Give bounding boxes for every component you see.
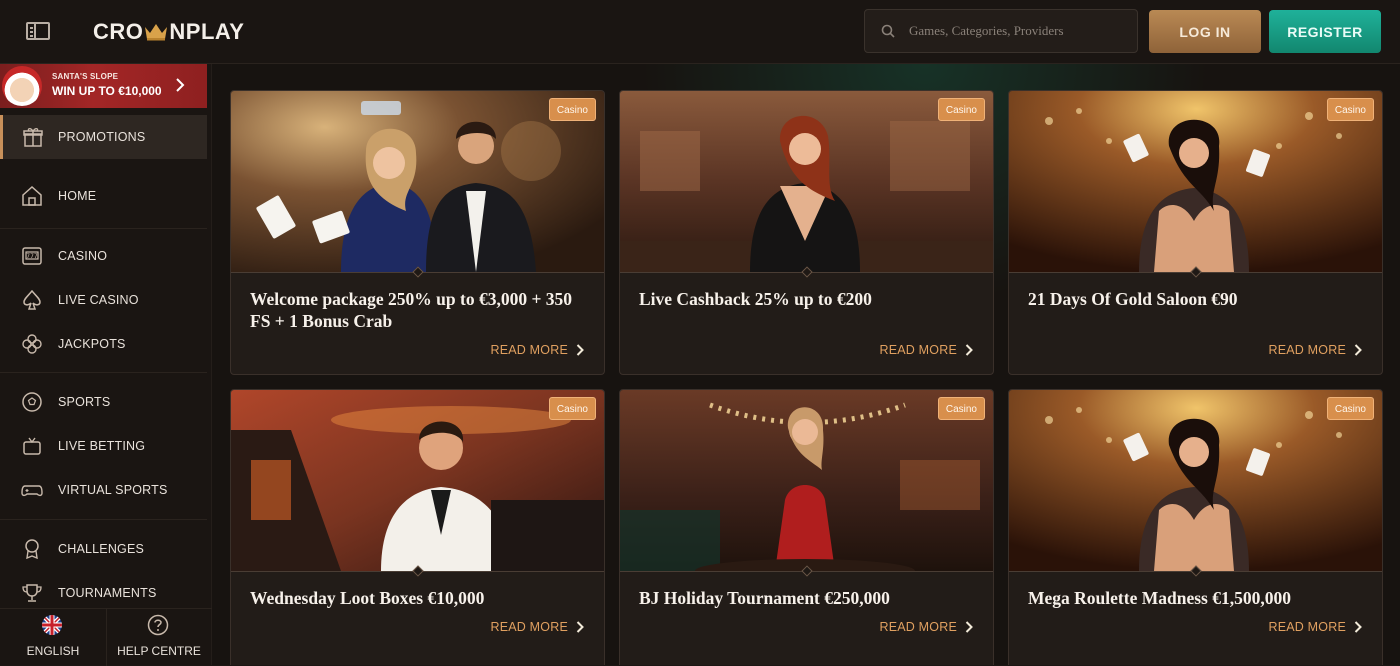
- sidebar-item-casino[interactable]: 777 CASINO: [0, 236, 207, 276]
- read-more-link[interactable]: READ MORE: [490, 620, 584, 634]
- sidebar-item-tournaments[interactable]: TOURNAMENTS: [0, 573, 207, 613]
- category-badge: Casino: [548, 397, 596, 420]
- promo-title: 21 Days Of Gold Saloon €90: [1028, 289, 1238, 309]
- category-badge: Casino: [548, 98, 596, 121]
- sidebar-item-label: CASINO: [58, 249, 108, 263]
- medal-icon: [21, 538, 43, 560]
- sidebar-toggle-icon[interactable]: [26, 22, 50, 40]
- sidebar-item-virtual-sports[interactable]: VIRTUAL SPORTS: [0, 470, 207, 510]
- logo-text-left: CRO: [93, 19, 144, 44]
- sidebar-item-label: PROMOTIONS: [58, 130, 146, 144]
- read-more-link[interactable]: READ MORE: [490, 343, 584, 357]
- sidebar-item-challenges[interactable]: CHALLENGES: [0, 529, 207, 569]
- read-more-link[interactable]: READ MORE: [879, 620, 973, 634]
- chevron-right-icon: [1354, 344, 1362, 356]
- help-icon: [147, 614, 169, 636]
- chevron-right-icon: [965, 344, 973, 356]
- sidebar-item-jackpots[interactable]: JACKPOTS: [0, 324, 207, 364]
- promo-title: Live Cashback 25% up to €200: [639, 289, 872, 309]
- read-more-link[interactable]: READ MORE: [1268, 343, 1362, 357]
- promo-title: Welcome package 250% up to €3,000 + 350 …: [250, 289, 573, 331]
- promo-card[interactable]: Casino Welcome package 250% up to €3,000…: [230, 90, 605, 375]
- promo-card[interactable]: Casino 21 Days Of Gold Saloon €90 READ M…: [1008, 90, 1383, 375]
- search-input[interactable]: [909, 23, 1119, 39]
- sidebar-item-label: LIVE CASINO: [58, 293, 139, 307]
- chevron-right-icon: [176, 78, 185, 92]
- category-badge: Casino: [937, 397, 985, 420]
- sidebar-item-label: HOME: [58, 189, 97, 203]
- sidebar-item-live-casino[interactable]: LIVE CASINO: [0, 280, 207, 320]
- sidebar-item-label: TOURNAMENTS: [58, 586, 157, 600]
- promo-title: Wednesday Loot Boxes €10,000: [250, 588, 485, 608]
- gamepad-icon: [21, 479, 43, 501]
- sidebar-item-label: LIVE BETTING: [58, 439, 146, 453]
- sidebar-item-label: VIRTUAL SPORTS: [58, 483, 168, 497]
- language-selector[interactable]: ENGLISH: [0, 609, 106, 666]
- sidebar-item-sports[interactable]: SPORTS: [0, 382, 207, 422]
- sidebar-item-promotions[interactable]: PROMOTIONS: [0, 115, 207, 159]
- banner-title: WIN UP TO €10,000: [52, 84, 162, 98]
- read-more-link[interactable]: READ MORE: [879, 343, 973, 357]
- login-button[interactable]: LOG IN: [1149, 10, 1261, 53]
- soccer-ball-icon: [21, 391, 43, 413]
- read-more-label: READ MORE: [1268, 620, 1346, 634]
- sidebar: SANTA'S SLOPE WIN UP TO €10,000 PROMOTIO…: [0, 64, 212, 666]
- category-badge: Casino: [1326, 98, 1374, 121]
- promo-card[interactable]: Casino BJ Holiday Tournament €250,000 RE…: [619, 389, 994, 665]
- read-more-label: READ MORE: [1268, 343, 1346, 357]
- clover-icon: [21, 333, 43, 355]
- promo-card[interactable]: Casino Wednesday Loot Boxes €10,000 READ…: [230, 389, 605, 665]
- uk-flag-icon: [42, 615, 62, 635]
- search-icon: [881, 24, 895, 38]
- read-more-label: READ MORE: [490, 620, 568, 634]
- chevron-right-icon: [576, 621, 584, 633]
- promo-card[interactable]: Casino Live Cashback 25% up to €200 READ…: [619, 90, 994, 375]
- chevron-right-icon: [965, 621, 973, 633]
- sidebar-item-label: JACKPOTS: [58, 337, 126, 351]
- crown-icon: [145, 24, 168, 41]
- promo-title: BJ Holiday Tournament €250,000: [639, 588, 890, 608]
- sidebar-item-label: SPORTS: [58, 395, 111, 409]
- category-badge: Casino: [1326, 397, 1374, 420]
- promotions-grid: Casino Welcome package 250% up to €3,000…: [212, 64, 1400, 665]
- sidebar-item-home[interactable]: HOME: [0, 176, 207, 216]
- banner-subtitle: SANTA'S SLOPE: [52, 72, 119, 81]
- chevron-right-icon: [1354, 621, 1362, 633]
- sidebar-footer: ENGLISH HELP CENTRE: [0, 608, 212, 666]
- read-more-label: READ MORE: [879, 620, 957, 634]
- tv-icon: [21, 435, 43, 457]
- search-box[interactable]: [864, 9, 1138, 53]
- promo-card[interactable]: Casino Mega Roulette Madness €1,500,000 …: [1008, 389, 1383, 665]
- register-button[interactable]: REGISTER: [1269, 10, 1381, 53]
- read-more-label: READ MORE: [490, 343, 568, 357]
- help-label: HELP CENTRE: [117, 644, 201, 658]
- gift-icon: [22, 126, 44, 148]
- promo-title: Mega Roulette Madness €1,500,000: [1028, 588, 1291, 608]
- read-more-link[interactable]: READ MORE: [1268, 620, 1362, 634]
- help-centre-link[interactable]: HELP CENTRE: [106, 609, 212, 666]
- top-bar: CRO NPLAY LOG IN REGISTER: [0, 0, 1400, 64]
- language-label: ENGLISH: [26, 644, 80, 658]
- santa-slope-banner[interactable]: SANTA'S SLOPE WIN UP TO €10,000: [0, 64, 207, 108]
- logo-text-right: NPLAY: [169, 19, 245, 44]
- santa-icon: [2, 66, 42, 106]
- sidebar-item-live-betting[interactable]: LIVE BETTING: [0, 426, 207, 466]
- divider: [0, 228, 207, 229]
- trophy-icon: [21, 582, 43, 604]
- divider: [0, 372, 207, 373]
- category-badge: Casino: [937, 98, 985, 121]
- chevron-right-icon: [576, 344, 584, 356]
- sidebar-item-label: CHALLENGES: [58, 542, 145, 556]
- svg-text:777: 777: [26, 253, 38, 260]
- logo[interactable]: CRO NPLAY: [93, 19, 244, 45]
- read-more-label: READ MORE: [879, 343, 957, 357]
- spade-icon: [21, 289, 43, 311]
- slot-machine-icon: 777: [21, 245, 43, 267]
- divider: [0, 519, 207, 520]
- home-icon: [21, 185, 43, 207]
